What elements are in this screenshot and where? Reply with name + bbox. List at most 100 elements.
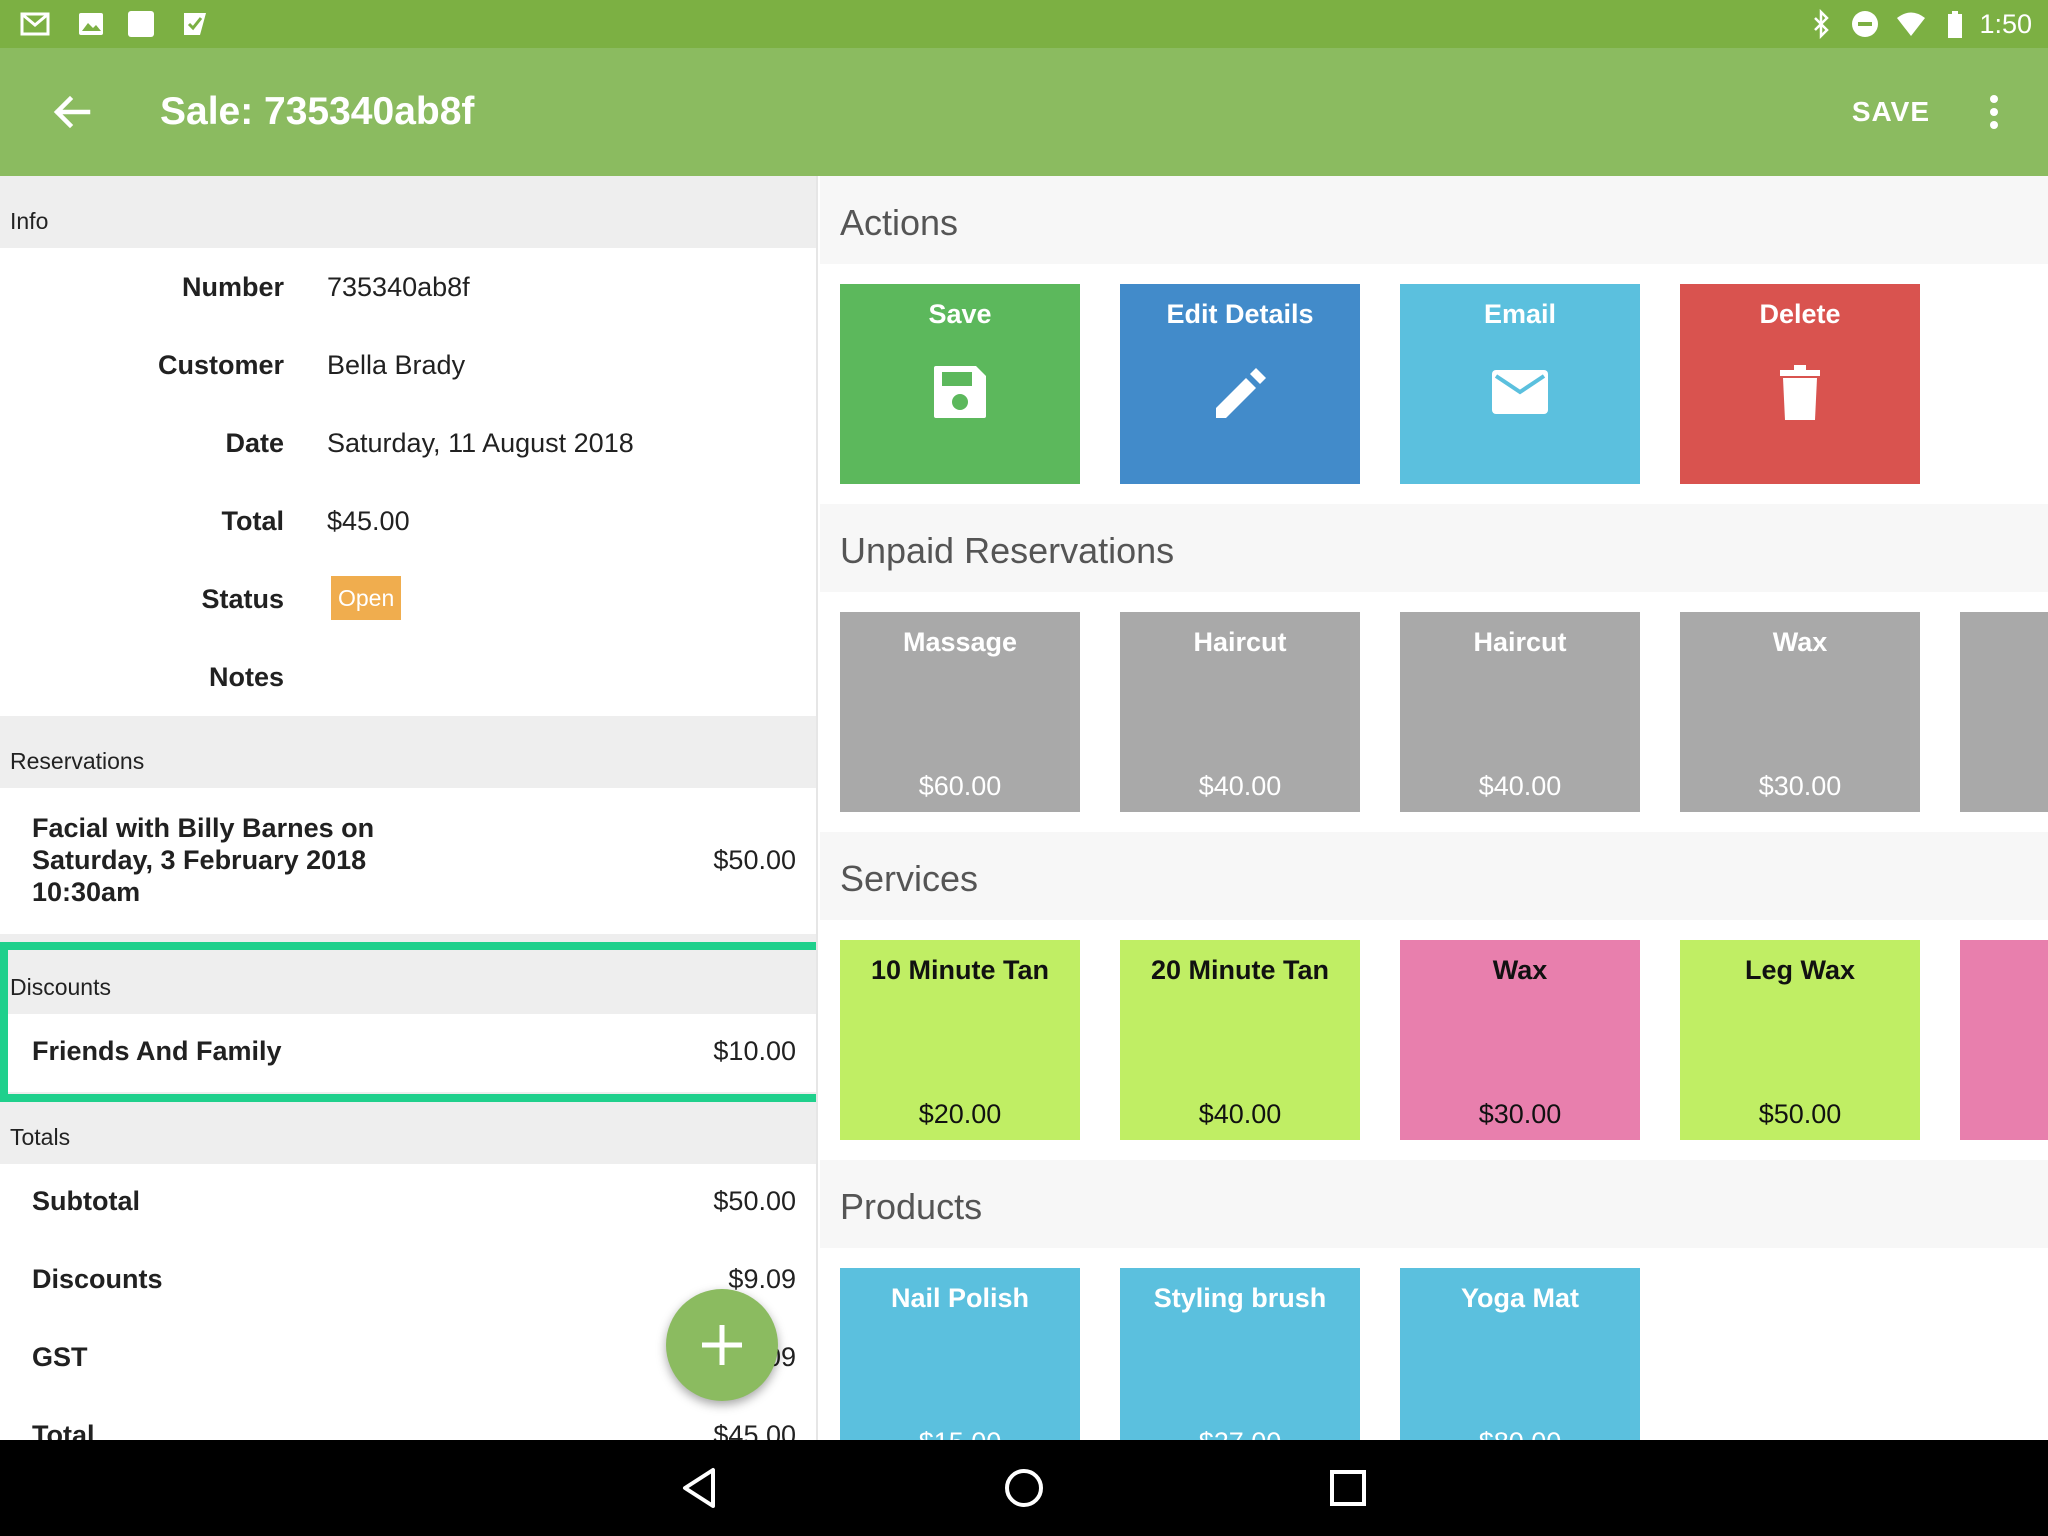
nav-recents-icon[interactable] [1322,1462,1374,1514]
email-action-tile[interactable]: Email [1400,284,1640,484]
info-row-date: Date Saturday, 11 August 2018 [0,404,816,482]
unpaid-reservations-section-header: Unpaid Reservations [820,504,2048,592]
totals-label: Subtotal [32,1186,140,1216]
app-toolbar: Sale: 735340ab8f SAVE [0,48,2048,176]
service-tile[interactable]: $ [1960,940,2048,1140]
unpaid-reservation-tile[interactable]: Wax $30.00 [1680,612,1920,812]
info-label: Date [225,428,284,458]
bluetooth-icon [1814,9,1829,39]
blank-notification-icon [128,11,154,37]
tile-label: Delete [1759,299,1841,329]
tile-price: $60.00 [918,771,1002,801]
gmail-icon [20,12,50,36]
tile-name: Nail Polish [890,1283,1030,1313]
tile-price: $80.00 [1400,1426,1640,1440]
tile-label: Edit Details [1166,299,1314,329]
unpaid-reservation-tile[interactable]: Haircut $40.00 [1120,612,1360,812]
info-row-customer: Customer Bella Brady [0,326,816,404]
tile-label: Email [1483,299,1557,329]
reservation-row[interactable]: Facial with Billy Barnes on Saturday, 3 … [0,788,816,934]
tile-price: $27.00 [1120,1426,1360,1440]
wifi-icon [1897,12,1925,36]
do-not-disturb-icon [1852,11,1878,37]
save-action-tile[interactable]: Save [840,284,1080,484]
system-navigation-bar [0,1440,2048,1536]
unpaid-reservation-tile[interactable]: $ [1960,612,2048,812]
discount-row[interactable]: Friends And Family $10.00 [0,1014,816,1092]
service-tile[interactable]: 20 Minute Tan $40.00 [1120,940,1360,1140]
tile-price: $30.00 [1478,1099,1562,1129]
actions-section-header: Actions [820,176,2048,264]
info-value: Bella Brady [327,350,466,380]
tile-price: $15.00 [840,1426,1080,1440]
actions-row: Save Edit Details Email Delete [820,264,2048,504]
reservations-section-header: Reservations [0,716,816,788]
tile-price: $ [1960,1098,2048,1130]
battery-icon [1948,11,1962,38]
tile-price: $40.00 [1198,771,1282,801]
sale-actions-panel: Actions Save Edit Details Email Delete U… [820,176,2048,1440]
page-title: Sale: 735340ab8f [160,90,475,133]
tile-name: Massage [902,627,1018,657]
back-arrow-icon[interactable] [48,88,96,136]
product-tile[interactable]: Styling brush $27.00 [1120,1268,1360,1440]
product-tile[interactable]: Nail Polish $15.00 [840,1268,1080,1440]
tile-name: Wax [1772,627,1828,657]
info-label: Customer [157,350,284,380]
info-row-number: Number 735340ab8f [0,248,816,326]
trash-icon [1780,365,1820,420]
service-tile[interactable]: 10 Minute Tan $20.00 [840,940,1080,1140]
info-label: Number [181,272,284,302]
services-row: 10 Minute Tan $20.00 20 Minute Tan $40.0… [820,920,2048,1160]
unpaid-reservation-tile[interactable]: Haircut $40.00 [1400,612,1640,812]
info-label: Total [221,506,285,536]
toolbar-save-button[interactable]: SAVE [1852,92,1930,132]
status-badge: Open [331,576,402,620]
pencil-icon [1216,368,1266,418]
totals-label: Discounts [32,1264,163,1294]
tile-price: $50.00 [1758,1099,1842,1129]
tile-name: 20 Minute Tan [1150,955,1330,985]
tile-name: Styling brush [1153,1283,1327,1313]
totals-label: GST [32,1342,88,1372]
nav-home-icon[interactable] [998,1462,1050,1514]
plus-icon [702,1325,742,1365]
info-label: Notes [208,662,284,692]
service-tile[interactable]: Leg Wax $50.00 [1680,940,1920,1140]
totals-label: Total [32,1420,95,1440]
totals-section-header: Totals [0,1092,816,1164]
add-item-fab[interactable] [666,1289,778,1401]
status-bar: 1:50 [0,0,2048,48]
tile-name: Haircut [1473,627,1567,657]
info-row-notes: Notes [0,638,816,716]
tile-label: Save [928,299,992,329]
nav-back-icon[interactable] [675,1462,727,1514]
unpaid-reservations-row: Massage $60.00 Haircut $40.00 Haircut $4… [820,592,2048,832]
info-section: Number 735340ab8f Customer Bella Brady D… [0,248,816,716]
photo-icon [79,13,103,35]
delete-action-tile[interactable]: Delete [1680,284,1920,484]
unpaid-reservation-tile[interactable]: Massage $60.00 [840,612,1080,812]
discount-name: Friends And Family [32,1036,282,1066]
info-label: Status [201,584,284,614]
tile-price: $30.00 [1758,771,1842,801]
totals-row-total: Total $45.00 [0,1398,816,1440]
discount-amount: $10.00 [713,1036,796,1066]
tile-name: Haircut [1193,627,1287,657]
reservation-description: Facial with Billy Barnes on Saturday, 3 … [32,813,375,907]
service-tile[interactable]: Wax $30.00 [1400,940,1640,1140]
tile-price: $40.00 [1478,771,1562,801]
tile-name: Yoga Mat [1460,1283,1579,1313]
edit-details-action-tile[interactable]: Edit Details [1120,284,1360,484]
products-section-header: Products [820,1160,2048,1248]
tile-price: $20.00 [918,1099,1002,1129]
tile-price: $40.00 [1198,1099,1282,1129]
totals-amount: $50.00 [713,1186,796,1216]
info-row-status: Status Open [0,560,816,638]
sale-detail-panel: Info Number 735340ab8f Customer Bella Br… [0,176,818,1440]
info-row-total: Total $45.00 [0,482,816,560]
more-options-icon[interactable] [1984,92,2004,132]
discounts-section-header: Discounts [0,942,816,1014]
product-tile[interactable]: Yoga Mat $80.00 [1400,1268,1640,1440]
services-section-header: Services [820,832,2048,920]
